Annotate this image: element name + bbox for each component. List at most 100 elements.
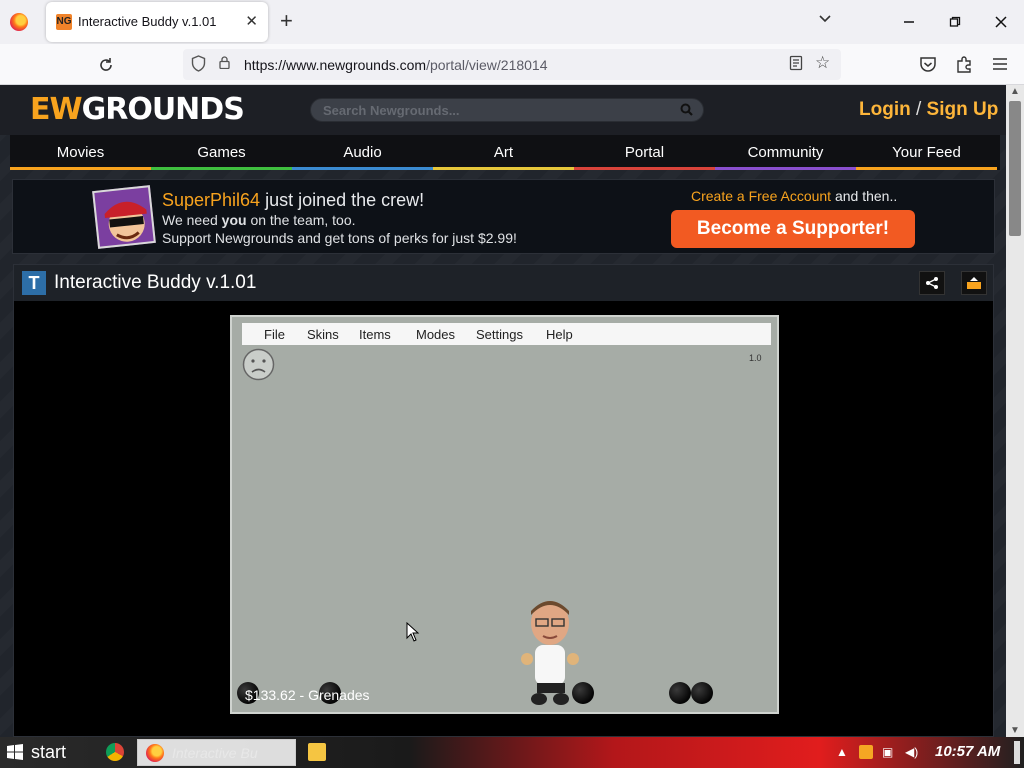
promo-create-account: Create a Free Account and then.. — [691, 188, 897, 204]
pocket-icon[interactable] — [919, 56, 937, 73]
network-icon[interactable]: ▣ — [882, 745, 893, 759]
game-menu-help[interactable]: Help — [546, 327, 573, 342]
logo-text: GROUNDS — [81, 92, 245, 127]
money-amount: $133.62 — [245, 687, 296, 703]
scrollbar-thumb[interactable] — [1009, 101, 1021, 236]
page-title: Interactive Buddy v.1.01 — [54, 272, 257, 293]
page-scrollbar[interactable]: ▲ ▼ — [1006, 85, 1024, 737]
grenade[interactable] — [572, 682, 594, 704]
nav-community[interactable]: Community — [715, 135, 856, 170]
content-title-bar: T Interactive Buddy v.1.01 — [14, 265, 993, 301]
browser-tab[interactable]: NG Interactive Buddy v.1.01 ✕ — [46, 2, 268, 42]
promo-subline: We need you on the team, too. — [162, 212, 356, 228]
reader-view-icon[interactable] — [789, 55, 803, 71]
promo-perks-text: Support Newgrounds and get tons of perks… — [162, 230, 517, 246]
promo-username[interactable]: SuperPhil64 — [162, 190, 260, 210]
reload-icon[interactable] — [96, 55, 116, 75]
promo-line2-suffix: on the team, too. — [246, 212, 356, 228]
become-supporter-button[interactable]: Become a Supporter! — [671, 210, 915, 248]
tab-close-icon[interactable]: ✕ — [245, 12, 258, 30]
tab-list-chevron-icon[interactable] — [818, 12, 832, 26]
logo-accent: EW — [30, 92, 83, 127]
search-input[interactable] — [323, 101, 663, 120]
share-icon — [926, 277, 938, 289]
firefox-icon[interactable] — [10, 13, 28, 31]
url-text[interactable]: https://www.newgrounds.com/portal/view/2… — [244, 57, 548, 73]
tray-expand-icon[interactable]: ▲ — [836, 745, 848, 759]
bookmark-star-icon[interactable]: ☆ — [815, 53, 830, 73]
nav-games[interactable]: Games — [151, 135, 292, 170]
site-nav: Movies Games Audio Art Portal Community … — [10, 135, 1000, 170]
url-bar[interactable]: https://www.newgrounds.com/portal/view/2… — [183, 49, 841, 80]
window-close-button[interactable] — [978, 0, 1024, 44]
promo-line2-prefix: We need — [162, 212, 222, 228]
url-path: /portal/view/218014 — [426, 57, 548, 73]
lock-icon[interactable] — [219, 56, 230, 69]
taskbar-task-label: Interactive Bu — [172, 745, 258, 761]
money-and-item-readout: $133.62 - Grenades — [245, 687, 370, 703]
mouse-cursor-icon — [406, 622, 420, 642]
create-account-suffix: and then.. — [831, 188, 898, 204]
tray-app-icon[interactable] — [859, 745, 873, 759]
signup-link[interactable]: Sign Up — [927, 99, 999, 120]
window-maximize-button[interactable] — [932, 0, 978, 44]
game-menu-bar: File Skins Items Modes Settings Help — [242, 323, 771, 345]
newgrounds-page: EWGROUNDS Login / Sign Up Movies Games A… — [0, 85, 1006, 737]
game-menu-modes[interactable]: Modes — [416, 327, 455, 342]
nav-movies[interactable]: Movies — [10, 135, 151, 170]
embed-icon — [967, 277, 981, 289]
search-icon[interactable] — [680, 103, 693, 116]
grenade[interactable] — [669, 682, 691, 704]
nav-portal[interactable]: Portal — [574, 135, 715, 170]
game-menu-file[interactable]: File — [264, 327, 285, 342]
scroll-up-arrow-icon[interactable]: ▲ — [1010, 86, 1020, 97]
share-button[interactable] — [919, 271, 945, 295]
game-menu-items[interactable]: Items — [359, 327, 391, 342]
user-avatar[interactable] — [92, 185, 156, 249]
money-separator: - — [295, 687, 309, 703]
promo-joined-text: just joined the crew! — [260, 190, 425, 210]
grenade[interactable] — [691, 682, 713, 704]
new-tab-plus-icon[interactable]: + — [280, 9, 293, 33]
sad-face-mood-icon — [242, 348, 275, 381]
content-panel: T Interactive Buddy v.1.01 File Skins It… — [13, 264, 994, 737]
browser-tab-bar: NG Interactive Buddy v.1.01 ✕ + — [0, 0, 1024, 44]
login-link[interactable]: Login — [859, 99, 911, 120]
nav-audio[interactable]: Audio — [292, 135, 433, 170]
firefox-task-icon — [146, 744, 164, 762]
os-taskbar: start Interactive Bu ▲ ▣ ◀) 10:57 AM — [0, 737, 1024, 768]
login-separator: / — [915, 99, 922, 120]
browser-nav-bar: https://www.newgrounds.com/portal/view/2… — [0, 44, 1024, 85]
embed-button[interactable] — [961, 271, 987, 295]
nav-art[interactable]: Art — [433, 135, 574, 170]
nav-your-feed[interactable]: Your Feed — [856, 135, 997, 170]
tracking-shield-icon[interactable] — [191, 55, 206, 72]
tab-title: Interactive Buddy v.1.01 — [78, 14, 217, 29]
selected-item: Grenades — [308, 687, 370, 703]
start-button[interactable]: start — [31, 742, 66, 763]
url-host: https://www.newgrounds.com — [244, 57, 427, 73]
extensions-puzzle-icon[interactable] — [956, 55, 973, 73]
chrome-icon[interactable] — [106, 743, 124, 761]
flash-game-canvas[interactable]: File Skins Items Modes Settings Help 1.0 — [230, 315, 779, 714]
login-signup-links: Login / Sign Up — [859, 99, 998, 121]
hamburger-menu-icon[interactable] — [992, 57, 1008, 71]
promo-headline: SuperPhil64 just joined the crew! — [162, 190, 424, 211]
window-minimize-button[interactable] — [886, 0, 932, 44]
windows-flag-icon[interactable] — [6, 743, 24, 761]
show-desktop-button[interactable] — [1014, 741, 1020, 764]
site-header: EWGROUNDS Login / Sign Up — [0, 85, 1006, 135]
create-account-link[interactable]: Create a Free Account — [691, 188, 831, 204]
game-menu-settings[interactable]: Settings — [476, 327, 523, 342]
folder-icon[interactable] — [308, 743, 326, 761]
scroll-down-arrow-icon[interactable]: ▼ — [1010, 725, 1020, 736]
site-search[interactable] — [310, 98, 704, 122]
taskbar-clock[interactable]: 10:57 AM — [935, 743, 1000, 760]
taskbar-task-firefox[interactable]: Interactive Bu — [137, 739, 296, 766]
promo-line2-bold: you — [221, 212, 247, 228]
game-version: 1.0 — [749, 353, 762, 363]
game-menu-skins[interactable]: Skins — [307, 327, 339, 342]
volume-icon[interactable]: ◀) — [905, 745, 918, 759]
newgrounds-logo[interactable]: EWGROUNDS — [30, 92, 245, 127]
supporter-promo-banner: SuperPhil64 just joined the crew! We nee… — [12, 179, 995, 254]
